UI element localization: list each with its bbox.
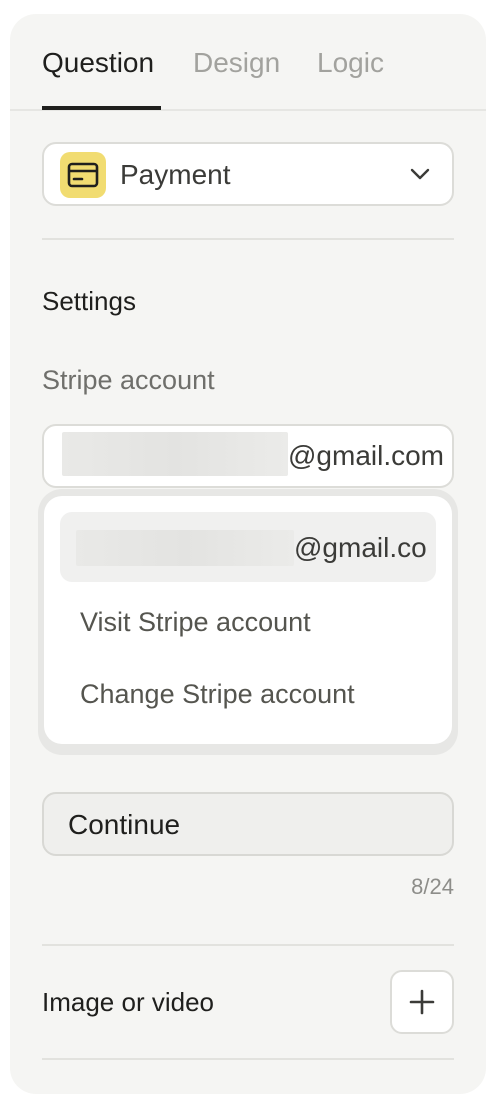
- tab-bar: Question Design Logic: [10, 14, 486, 111]
- redacted-email-username: [62, 432, 288, 476]
- character-count: 8/24: [411, 874, 454, 899]
- stripe-account-menu: @gmail.co Visit Stripe account Change St…: [38, 489, 458, 755]
- tab-logic[interactable]: Logic: [317, 46, 384, 80]
- active-tab-indicator: [42, 106, 161, 110]
- add-image-or-video-button[interactable]: [390, 970, 454, 1034]
- stripe-account-select[interactable]: @gmail.com: [42, 424, 454, 488]
- stripe-account-label: Stripe account: [42, 365, 215, 395]
- question-settings-panel: Question Design Logic Payment Settings S…: [10, 14, 486, 1094]
- divider: [42, 944, 454, 946]
- button-text-value: Continue: [68, 809, 181, 840]
- question-type-label: Payment: [120, 159, 231, 190]
- stripe-account-email: @gmail.com: [288, 440, 445, 471]
- redacted-email-username: [76, 530, 294, 566]
- menu-item-current-account-email: @gmail.co: [294, 532, 427, 563]
- tab-question[interactable]: Question: [42, 46, 154, 80]
- stripe-account-menu-list: @gmail.co Visit Stripe account Change St…: [44, 496, 452, 744]
- chevron-down-icon: [408, 162, 432, 191]
- credit-card-icon: [60, 152, 106, 198]
- settings-heading: Settings: [42, 286, 136, 316]
- menu-item-visit-stripe-account[interactable]: Visit Stripe account: [80, 606, 311, 638]
- question-type-select[interactable]: Payment: [42, 142, 454, 206]
- plus-icon: [408, 988, 436, 1021]
- tab-design[interactable]: Design: [193, 46, 280, 80]
- button-text-input[interactable]: Continue: [42, 792, 454, 856]
- image-or-video-label: Image or video: [42, 987, 214, 1017]
- menu-item-change-stripe-account[interactable]: Change Stripe account: [80, 678, 355, 710]
- divider: [42, 1058, 454, 1060]
- divider: [42, 238, 454, 240]
- menu-item-current-account[interactable]: @gmail.co: [60, 512, 436, 582]
